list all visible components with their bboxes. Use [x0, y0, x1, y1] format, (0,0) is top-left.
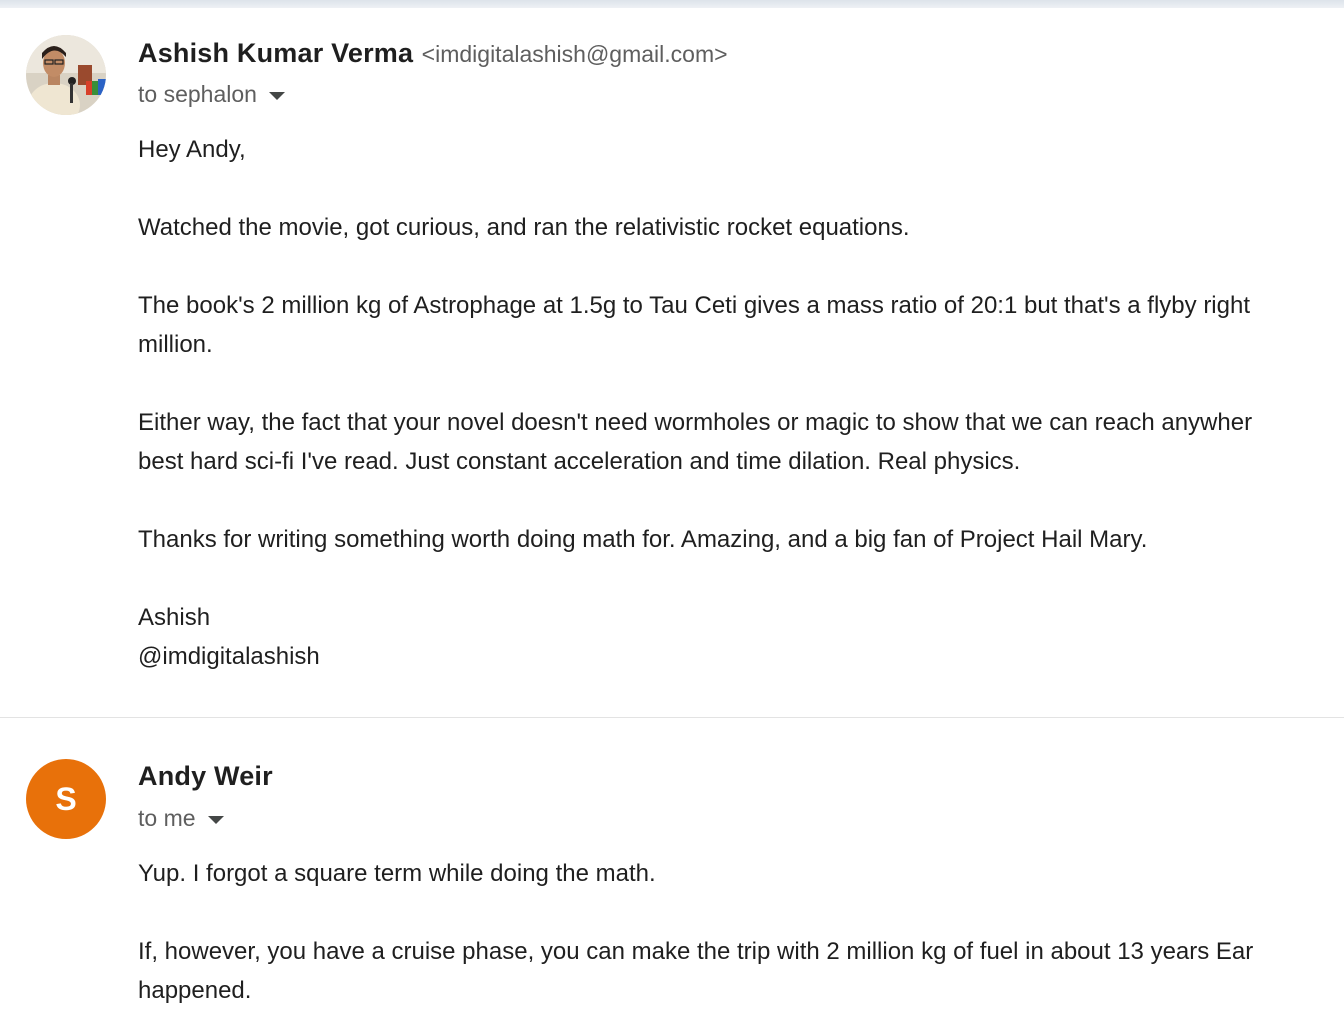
sender-email: <imdigitalashish@gmail.com> — [421, 41, 728, 67]
body-line: Either way, the fact that your novel doe… — [138, 409, 1253, 436]
body-paragraph: Watched the movie, got curious, and ran … — [138, 214, 910, 241]
signature-name: Ashish — [138, 604, 211, 631]
sender-line: Ashish Kumar Verma <imdigitalashish@gmai… — [138, 38, 728, 69]
signature: Ashish @imdigitalashish — [138, 598, 1344, 676]
body-line: The book's 2 million kg of Astrophage at… — [138, 292, 1251, 319]
recipients-label: to sephalon — [138, 81, 257, 107]
sender-name[interactable]: Ashish Kumar Verma — [138, 38, 413, 68]
body-paragraph: The book's 2 million kg of Astrophage at… — [138, 286, 1344, 364]
body-paragraph: Thanks for writing something worth doing… — [138, 526, 1148, 553]
body-paragraph: Hey Andy, — [138, 136, 246, 163]
email-message: Ashish Kumar Verma <imdigitalashish@gmai… — [0, 8, 1344, 718]
message-body: Hey Andy, Watched the movie, got curious… — [138, 130, 1344, 676]
message-body: Yup. I forgot a square term while doing … — [138, 854, 1344, 1010]
avatar[interactable]: S — [26, 759, 106, 839]
avatar[interactable] — [26, 35, 106, 115]
recipients-dropdown[interactable]: to sephalon — [138, 81, 285, 108]
body-line: million. — [138, 331, 213, 358]
recipients-label: to me — [138, 805, 196, 831]
chevron-down-icon[interactable] — [207, 815, 224, 824]
signature-handle: @imdigitalashish — [138, 643, 320, 670]
body-line: happened. — [138, 977, 252, 1004]
body-paragraph: Yup. I forgot a square term while doing … — [138, 860, 656, 887]
chevron-down-icon[interactable] — [268, 91, 285, 100]
body-paragraph: Either way, the fact that your novel doe… — [138, 403, 1344, 481]
sender-name[interactable]: Andy Weir — [138, 761, 273, 791]
body-paragraph: If, however, you have a cruise phase, yo… — [138, 932, 1344, 1010]
recipients-dropdown[interactable]: to me — [138, 805, 224, 832]
email-message: S Andy Weir to me Yup. I forgot a square… — [0, 718, 1344, 1014]
body-line: If, however, you have a cruise phase, yo… — [138, 938, 1254, 965]
sender-line: Andy Weir — [138, 761, 273, 792]
body-line: best hard sci-fi I've read. Just constan… — [138, 448, 1021, 475]
toolbar-edge — [0, 0, 1344, 8]
